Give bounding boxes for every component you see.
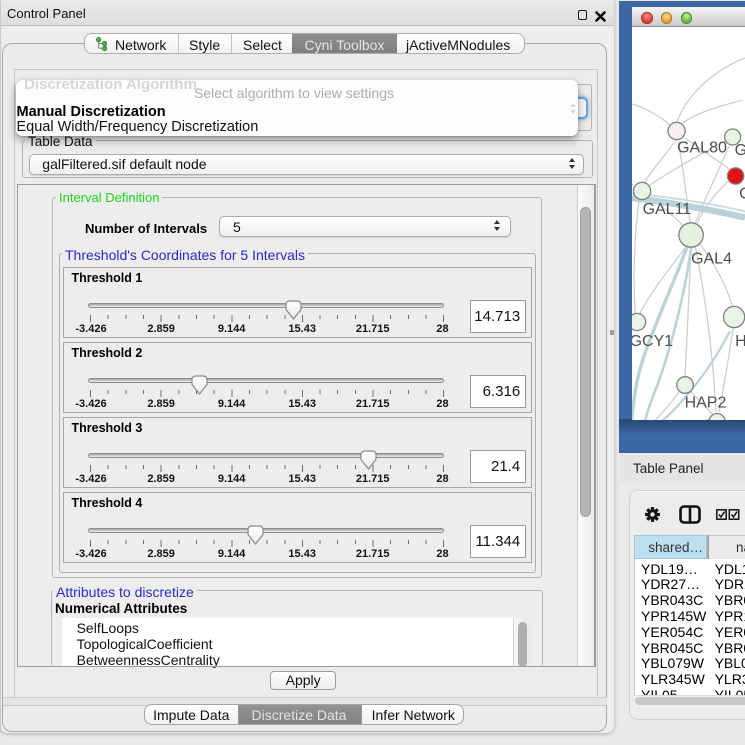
svg-text:GAL11: GAL11 [642,201,691,218]
svg-text:H: H [735,333,745,350]
svg-text:HAP2: HAP2 [684,394,726,411]
svg-text:GAL80: GAL80 [677,140,727,157]
svg-text:GCY1: GCY1 [632,333,673,350]
svg-text:C: C [739,186,745,203]
svg-text:GA: GA [734,142,744,159]
svg-text:GAL4: GAL4 [691,250,732,267]
